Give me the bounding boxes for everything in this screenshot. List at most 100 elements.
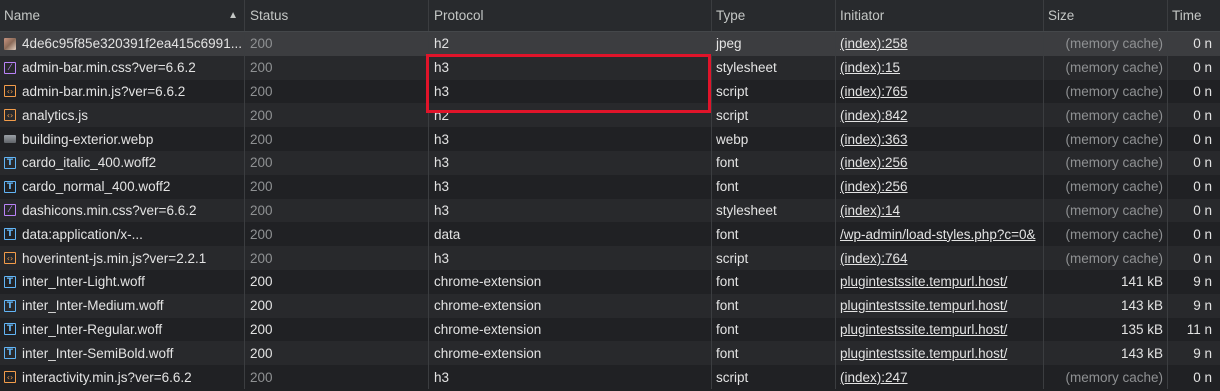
- request-name: data:application/x-...: [22, 226, 143, 242]
- column-header-initiator[interactable]: Initiator: [836, 0, 1044, 31]
- time-cell: 0 n: [1168, 32, 1220, 56]
- protocol-cell: h3: [429, 151, 712, 175]
- time-cell: 0 n: [1168, 56, 1220, 80]
- status-cell-text: 200: [250, 36, 273, 52]
- status-cell: 200: [245, 293, 429, 318]
- initiator-cell-text[interactable]: (index):247: [840, 370, 908, 385]
- size-cell: (memory cache): [1044, 174, 1168, 199]
- type-cell-text: font: [716, 179, 739, 195]
- request-name-cell[interactable]: ‹› analytics.js: [0, 103, 245, 128]
- type-cell-text: script: [716, 83, 749, 99]
- request-name-cell[interactable]: ⁄ admin-bar.min.css?ver=6.6.2: [0, 55, 245, 80]
- request-name-cell[interactable]: Tcardo_italic_400.woff2: [0, 151, 245, 175]
- type-cell: font: [712, 270, 836, 294]
- request-name-cell[interactable]: ⁄ dashicons.min.css?ver=6.6.2: [0, 198, 245, 223]
- type-cell: font: [712, 293, 836, 318]
- request-row[interactable]: ‹› interactivity.min.js?ver=6.6.2 200 h3 scr…: [0, 365, 1220, 389]
- font-icon: T: [4, 347, 16, 360]
- initiator-cell-text[interactable]: (index):765: [840, 84, 908, 99]
- initiator-cell-text[interactable]: plugintestssite.tempurl.host/: [840, 346, 1007, 361]
- request-row[interactable]: ‹› hoverintent-js.min.js?ver=2.2.1 200 h3 sc…: [0, 246, 1220, 270]
- initiator-cell: plugintestssite.tempurl.host/: [836, 270, 1044, 294]
- status-cell: 200: [245, 317, 429, 342]
- status-cell: 200: [245, 270, 429, 294]
- request-row[interactable]: ⁄ dashicons.min.css?ver=6.6.2 200 h3 stylesh…: [0, 198, 1220, 223]
- request-row[interactable]: Tinter_Inter-SemiBold.woff 200 chrome-exte…: [0, 341, 1220, 366]
- request-row[interactable]: Tdata:application/x-... 200 data font/wp-ad…: [0, 222, 1220, 247]
- request-name-cell[interactable]: ‹› interactivity.min.js?ver=6.6.2: [0, 365, 245, 389]
- time-cell: 0 n: [1168, 127, 1220, 151]
- size-cell-text: 141 kB: [1120, 274, 1163, 290]
- request-name-cell[interactable]: Tinter_Inter-Medium.woff: [0, 293, 245, 318]
- request-row[interactable]: Tinter_Inter-Medium.woff 200 chrome-extens…: [0, 293, 1220, 318]
- status-cell: 200: [245, 222, 429, 247]
- request-name-cell[interactable]: building-exterior.webp: [0, 127, 245, 151]
- request-row[interactable]: 4de6c95f85e320391f2ea415c6991... 200 h2 jpe…: [0, 32, 1220, 56]
- protocol-cell-text: chrome-extension: [434, 298, 542, 314]
- column-header-type[interactable]: Type: [712, 0, 836, 31]
- script-icon: ‹›: [4, 109, 16, 122]
- type-cell-text: script: [716, 250, 749, 266]
- protocol-cell: h2: [429, 32, 712, 56]
- network-requests-table: Name ▲ Status Protocol Type Initiator Si…: [0, 0, 1220, 391]
- request-row[interactable]: Tcardo_italic_400.woff2 200 h3 font (index):…: [0, 151, 1220, 175]
- initiator-cell-text[interactable]: (index):15: [840, 60, 900, 75]
- request-name-cell[interactable]: Tinter_Inter-Regular.woff: [0, 317, 245, 342]
- column-header-protocol[interactable]: Protocol: [429, 0, 712, 31]
- status-cell: 200: [245, 55, 429, 80]
- initiator-cell: (index):258: [836, 32, 1044, 56]
- size-cell: (memory cache): [1044, 365, 1168, 389]
- request-name: admin-bar.min.js?ver=6.6.2: [22, 83, 186, 99]
- request-name: inter_Inter-Regular.woff: [22, 321, 163, 337]
- request-row[interactable]: Tinter_Inter-Light.woff 200 chrome-extensi…: [0, 270, 1220, 294]
- time-cell-text: 0 n: [1193, 202, 1212, 218]
- column-header-time[interactable]: Time: [1168, 0, 1220, 31]
- type-cell-text: font: [716, 226, 739, 242]
- protocol-cell-text: chrome-extension: [434, 321, 542, 337]
- request-name-cell[interactable]: Tdata:application/x-...: [0, 222, 245, 247]
- size-cell: (memory cache): [1044, 198, 1168, 223]
- request-row[interactable]: Tinter_Inter-Regular.woff 200 chrome-exten…: [0, 317, 1220, 342]
- protocol-cell: h3: [429, 246, 712, 270]
- time-cell-text: 0 n: [1193, 131, 1212, 147]
- request-name: inter_Inter-Light.woff: [22, 274, 145, 290]
- initiator-cell-text[interactable]: plugintestssite.tempurl.host/: [840, 298, 1007, 313]
- size-cell-text: 143 kB: [1120, 298, 1163, 314]
- request-row[interactable]: ⁄ admin-bar.min.css?ver=6.6.2 200 h3 stylesh…: [0, 55, 1220, 80]
- initiator-cell-text[interactable]: (index):363: [840, 132, 908, 147]
- font-icon: T: [4, 228, 16, 241]
- initiator-cell-text[interactable]: (index):256: [840, 179, 908, 194]
- request-name-cell[interactable]: 4de6c95f85e320391f2ea415c6991...: [0, 32, 245, 56]
- type-cell: script: [712, 246, 836, 270]
- request-row[interactable]: ‹› admin-bar.min.js?ver=6.6.2 200 h3 script (…: [0, 79, 1220, 104]
- initiator-cell-text[interactable]: (index):258: [840, 36, 908, 51]
- protocol-cell: h3: [429, 55, 712, 80]
- request-name-cell[interactable]: ‹› hoverintent-js.min.js?ver=2.2.1: [0, 246, 245, 270]
- initiator-cell-text[interactable]: (index):764: [840, 251, 908, 266]
- initiator-cell-text[interactable]: plugintestssite.tempurl.host/: [840, 274, 1007, 289]
- request-name-cell[interactable]: Tinter_Inter-SemiBold.woff: [0, 341, 245, 366]
- column-header-size[interactable]: Size: [1044, 0, 1168, 31]
- initiator-cell-text[interactable]: (index):256: [840, 155, 908, 170]
- request-row[interactable]: building-exterior.webp 200 h3 webp (index):3…: [0, 127, 1220, 151]
- status-cell-text: 200: [250, 250, 273, 266]
- request-row[interactable]: ‹› analytics.js 200 h2 script (index):842 (mem…: [0, 103, 1220, 128]
- request-row[interactable]: Tcardo_normal_400.woff2 200 h3 font (index):…: [0, 174, 1220, 199]
- type-cell-text: font: [716, 155, 739, 171]
- initiator-cell-text[interactable]: /wp-admin/load-styles.php?c=0&: [840, 227, 1035, 242]
- column-header-name[interactable]: Name ▲: [0, 0, 245, 31]
- status-cell: 200: [245, 246, 429, 270]
- time-cell: 9 n: [1168, 294, 1220, 318]
- column-header-status[interactable]: Status: [245, 0, 429, 31]
- initiator-cell-text[interactable]: (index):14: [840, 203, 900, 218]
- request-name-cell[interactable]: Tcardo_normal_400.woff2: [0, 174, 245, 199]
- request-name-cell[interactable]: Tinter_Inter-Light.woff: [0, 270, 245, 294]
- size-cell: 143 kB: [1044, 341, 1168, 366]
- initiator-cell: (index):15: [836, 55, 1044, 80]
- initiator-cell-text[interactable]: (index):842: [840, 108, 908, 123]
- status-cell: 200: [245, 32, 429, 56]
- request-name: inter_Inter-Medium.woff: [22, 298, 164, 314]
- request-name-cell[interactable]: ‹› admin-bar.min.js?ver=6.6.2: [0, 79, 245, 104]
- status-cell-text: 200: [250, 155, 273, 171]
- initiator-cell-text[interactable]: plugintestssite.tempurl.host/: [840, 322, 1007, 337]
